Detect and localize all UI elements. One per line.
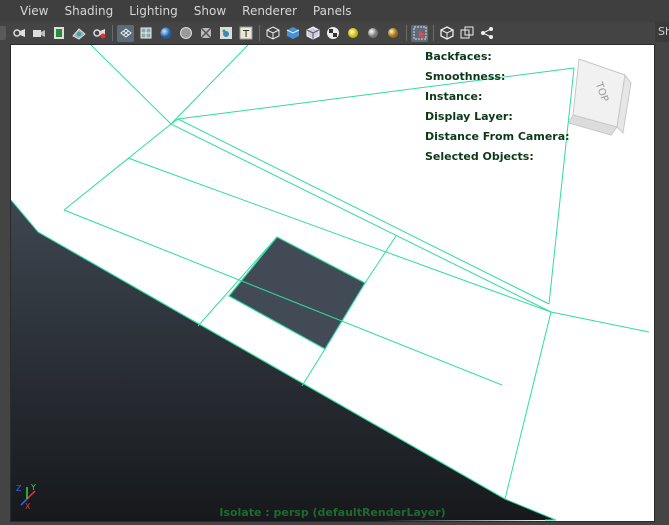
hud-instance: Instance: — [425, 90, 483, 103]
use-all-lights-icon[interactable] — [344, 25, 361, 42]
node-editor-icon[interactable] — [478, 25, 495, 42]
camera-gate-icon[interactable] — [411, 24, 428, 42]
sphere-gray-icon[interactable] — [364, 25, 381, 42]
menu-show[interactable]: Show — [194, 4, 226, 18]
smooth-shade-icon[interactable] — [157, 25, 174, 42]
sphere-gold-icon[interactable] — [384, 25, 401, 42]
xray-icon[interactable] — [304, 25, 321, 42]
axis-x-label: X — [25, 502, 31, 511]
image-plane-icon[interactable] — [70, 25, 87, 42]
hud-info-panel: Backfaces: Smoothness: Instance: Display… — [425, 47, 570, 167]
isolate-status-label: Isolate : persp (defaultRenderLayer) — [219, 506, 446, 519]
text-label-icon[interactable]: T — [237, 25, 254, 42]
hud-backfaces: Backfaces: — [425, 50, 492, 63]
isolate-view-icon[interactable] — [438, 25, 455, 42]
bookmark-camera-icon[interactable] — [30, 25, 47, 42]
flat-shade-icon[interactable] — [177, 25, 194, 42]
selected-face[interactable] — [228, 236, 366, 350]
right-panel-tab[interactable]: Sh — [655, 22, 669, 42]
hud-selected-objects: Selected Objects: — [425, 150, 534, 163]
wireframe-on-shaded-icon[interactable] — [137, 25, 154, 42]
toolbar-separator — [112, 25, 113, 41]
hud-distance-from-camera: Distance From Camera: — [425, 130, 570, 143]
hud-smoothness: Smoothness: — [425, 70, 506, 83]
axis-y-label: Y — [30, 483, 36, 492]
two-panel-icon[interactable] — [458, 25, 475, 42]
menu-renderer[interactable]: Renderer — [242, 4, 297, 18]
textured-icon[interactable] — [217, 25, 234, 42]
toolbar-separator — [406, 25, 407, 41]
hud-display-layer: Display Layer: — [425, 110, 513, 123]
bounding-box-icon[interactable] — [197, 25, 214, 42]
axis-gizmo: Y Z X — [16, 483, 36, 511]
svg-text:T: T — [241, 29, 249, 40]
perspective-viewport[interactable]: Backfaces: Smoothness: Instance: Display… — [10, 44, 655, 522]
toolbar-separator — [259, 25, 260, 41]
toolbar-separator — [433, 25, 434, 41]
left-panel-handle[interactable] — [0, 26, 6, 40]
isolate-select-icon[interactable] — [264, 25, 281, 42]
film-gate-icon[interactable] — [50, 25, 67, 42]
view-cube[interactable]: TOP — [559, 53, 637, 143]
viewport-menu-bar: View Shading Lighting Show Renderer Pane… — [0, 0, 669, 22]
panel-toolbar: T — [10, 22, 655, 44]
menu-lighting[interactable]: Lighting — [129, 4, 178, 18]
menu-shading[interactable]: Shading — [64, 4, 113, 18]
menu-panels[interactable]: Panels — [313, 4, 352, 18]
axis-z-label: Z — [16, 484, 22, 493]
grease-pencil-icon[interactable] — [90, 25, 107, 42]
menu-view[interactable]: View — [20, 4, 48, 18]
checker-icon[interactable] — [324, 25, 341, 42]
default-material-icon[interactable] — [284, 25, 301, 42]
wireframe-icon[interactable] — [117, 24, 134, 42]
camera-attributes-icon[interactable] — [10, 25, 27, 42]
